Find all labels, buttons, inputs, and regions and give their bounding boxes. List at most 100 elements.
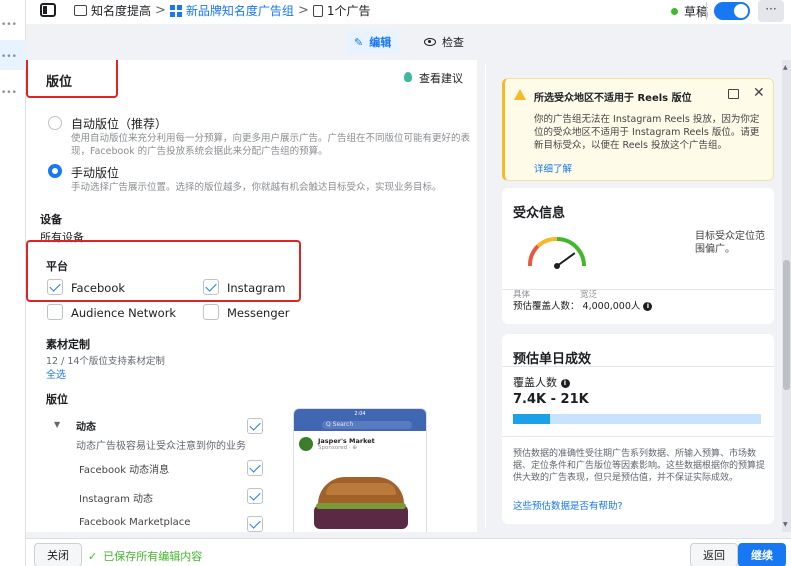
status-badge: 草稿 bbox=[671, 3, 708, 20]
breadcrumb-campaign[interactable]: 知名度提高 bbox=[91, 2, 151, 19]
ad-preview: 2:04 Q Search Jasper's Market Sponsored … bbox=[293, 408, 427, 532]
back-button[interactable]: 返回 bbox=[690, 543, 738, 566]
continue-button[interactable]: 继续 bbox=[738, 543, 786, 566]
feed-item-checkbox[interactable] bbox=[247, 460, 263, 476]
divider bbox=[502, 366, 774, 367]
close-button[interactable]: 关闭 bbox=[34, 543, 82, 566]
reach-metric-label: 覆盖人数 i bbox=[513, 374, 570, 390]
tab-inspect[interactable]: 检查 bbox=[424, 30, 464, 54]
reels-warning-card: 所选受众地区不适用于 Reels 版位 ✕ 你的广告组无法在 Instagram… bbox=[502, 78, 774, 181]
platform-checkbox-messenger[interactable] bbox=[203, 304, 219, 320]
scroll-down-icon[interactable]: ▼ bbox=[783, 521, 788, 528]
daily-results-title: 预估单日成效 bbox=[513, 352, 592, 367]
feedback-icon[interactable] bbox=[728, 89, 739, 99]
save-status: ✓ 已保存所有编辑内容 bbox=[88, 548, 202, 564]
feeds-desc: 动态广告极容易让受众注意到你的业务 bbox=[76, 441, 246, 452]
feed-item-checkbox[interactable] bbox=[247, 488, 263, 504]
reach-estimate-bar bbox=[513, 414, 761, 424]
reach-estimate-bar-fill bbox=[513, 414, 551, 424]
status-label: 草稿 bbox=[684, 5, 709, 19]
tab-inspect-label: 检查 bbox=[442, 36, 464, 49]
breadcrumb-separator: > bbox=[155, 3, 166, 18]
platform-label-messenger: Messenger bbox=[227, 306, 290, 320]
feed-item-marketplace: Facebook Marketplace bbox=[79, 517, 191, 528]
breadcrumb-adset[interactable]: 新品牌知名度广告组 bbox=[186, 2, 294, 19]
adset-grid-icon bbox=[169, 4, 182, 17]
auto-placement-desc: 使用自动版位来充分利用每一分预算，向更多用户展示广告。广告组在不同版位可能有更好… bbox=[71, 133, 471, 157]
pencil-icon: ✎ bbox=[354, 35, 364, 49]
info-icon[interactable]: i bbox=[560, 378, 570, 388]
right-panel: 所选受众地区不适用于 Reels 版位 ✕ 你的广告组无法在 Instagram… bbox=[489, 60, 791, 532]
warning-icon bbox=[514, 89, 526, 100]
reach-value: 4,000,000人 bbox=[582, 301, 641, 312]
select-all-link[interactable]: 全选 bbox=[46, 366, 66, 381]
left-panel-scrollbar[interactable] bbox=[477, 60, 485, 532]
info-icon[interactable]: i bbox=[643, 302, 653, 311]
manual-placement-radio[interactable] bbox=[48, 164, 62, 178]
more-icon[interactable]: ••• bbox=[1, 52, 17, 62]
preview-nav-bar: Q Search bbox=[294, 419, 426, 431]
learn-more-link[interactable]: 详细了解 bbox=[534, 161, 572, 175]
divider bbox=[502, 436, 774, 437]
audience-card: 受众信息 具体 宽泛 目标受众定位范围偏广。 预估覆盖人数： 4,000,000… bbox=[502, 188, 774, 324]
feeds-title: 动态 bbox=[76, 422, 96, 433]
platform-checkbox-facebook[interactable] bbox=[47, 279, 63, 295]
folder-icon bbox=[74, 5, 87, 16]
breadcrumb-ad[interactable]: 1个广告 bbox=[327, 2, 371, 19]
more-icon[interactable]: ••• bbox=[1, 20, 17, 30]
reach-estimate-value: 7.4K - 21K bbox=[513, 392, 589, 407]
feed-item-instagram-feed: Instagram 动态 bbox=[79, 494, 154, 505]
asset-customization-title: 素材定制 bbox=[46, 338, 90, 351]
warning-body: 你的广告组无法在 Instagram Reels 投放，因为你定位的受众地区不适… bbox=[534, 114, 760, 151]
top-bar: 知名度提高 > 新品牌知名度广告组 > 1个广告 草稿 ··· bbox=[26, 0, 791, 24]
auto-placement-title[interactable]: 自动版位（推荐） bbox=[71, 115, 167, 132]
placements-title: 版位 bbox=[46, 75, 73, 90]
breadcrumb: 知名度提高 > 新品牌知名度广告组 > 1个广告 bbox=[74, 2, 370, 19]
scroll-thumb[interactable] bbox=[783, 260, 790, 390]
tab-edit-label: 编辑 bbox=[369, 36, 392, 49]
preview-sponsored: Sponsored · ⊕ bbox=[318, 445, 357, 451]
platform-label-facebook: Facebook bbox=[71, 281, 126, 295]
close-icon[interactable]: ✕ bbox=[753, 85, 765, 101]
gauge-needle bbox=[556, 252, 576, 267]
tab-edit[interactable]: ✎ 编辑 bbox=[346, 30, 400, 54]
more-icon[interactable]: ••• bbox=[1, 88, 17, 98]
preview-status-bar: 2:04 bbox=[294, 409, 426, 419]
panel-toggle-icon[interactable] bbox=[40, 3, 56, 17]
more-options-button[interactable]: ··· bbox=[758, 0, 784, 22]
asset-customization-count: 12 / 14个版位支持素材定制 bbox=[46, 356, 165, 367]
left-nav-strip: ••• ••• ••• bbox=[0, 0, 26, 566]
platform-checkbox-audience-network[interactable] bbox=[47, 304, 63, 320]
devices-title: 设备 bbox=[40, 213, 62, 226]
feed-item-checkbox[interactable] bbox=[247, 516, 263, 532]
check-icon: ✓ bbox=[88, 549, 98, 563]
preview-post: Jasper's Market Sponsored · ⊕ bbox=[294, 431, 426, 532]
estimate-note: 预估数据的准确性受往期广告系列数据、所输入预算、市场数据、定位条件和广告版位等因… bbox=[513, 449, 766, 483]
platform-checkbox-instagram[interactable] bbox=[203, 279, 219, 295]
audience-title: 受众信息 bbox=[513, 206, 566, 221]
avatar bbox=[299, 437, 313, 451]
auto-placement-radio[interactable] bbox=[48, 116, 62, 130]
view-suggestions-link[interactable]: 查看建议 bbox=[419, 70, 463, 86]
chevron-down-icon[interactable]: ▼ bbox=[54, 420, 60, 429]
on-off-toggle[interactable] bbox=[714, 2, 750, 20]
placement-list-title: 版位 bbox=[46, 393, 68, 406]
burger-image bbox=[314, 473, 408, 532]
warning-title: 所选受众地区不适用于 Reels 版位 bbox=[534, 93, 692, 104]
right-panel-scrollbar[interactable]: ▲ ▼ bbox=[782, 60, 791, 532]
reach-label: 预估覆盖人数： bbox=[513, 301, 580, 312]
estimate-feedback-link[interactable]: 这些预估数据是否有帮助? bbox=[513, 498, 623, 512]
ad-doc-icon bbox=[312, 4, 323, 17]
manual-placement-title[interactable]: 手动版位 bbox=[71, 164, 119, 181]
platform-label-instagram: Instagram bbox=[227, 281, 286, 295]
feed-item-facebook-news-feed: Facebook 动态消息 bbox=[79, 465, 170, 476]
feeds-checkbox[interactable] bbox=[247, 418, 263, 434]
divider bbox=[502, 289, 774, 290]
eye-icon bbox=[424, 38, 436, 46]
placements-panel: 版位 查看建议 自动版位（推荐） 使用自动版位来充分利用每一分预算，向更多用户展… bbox=[26, 60, 486, 532]
footer-bar: 关闭 ✓ 已保存所有编辑内容 返回 继续 bbox=[26, 538, 791, 566]
reach-metric-text: 覆盖人数 bbox=[513, 376, 557, 389]
scroll-up-icon[interactable]: ▲ bbox=[783, 64, 788, 71]
preview-time: 2:04 bbox=[354, 411, 366, 417]
daily-results-card: 预估单日成效 覆盖人数 i 7.4K - 21K 预估数据的准确性受往期广告系列… bbox=[502, 334, 774, 524]
